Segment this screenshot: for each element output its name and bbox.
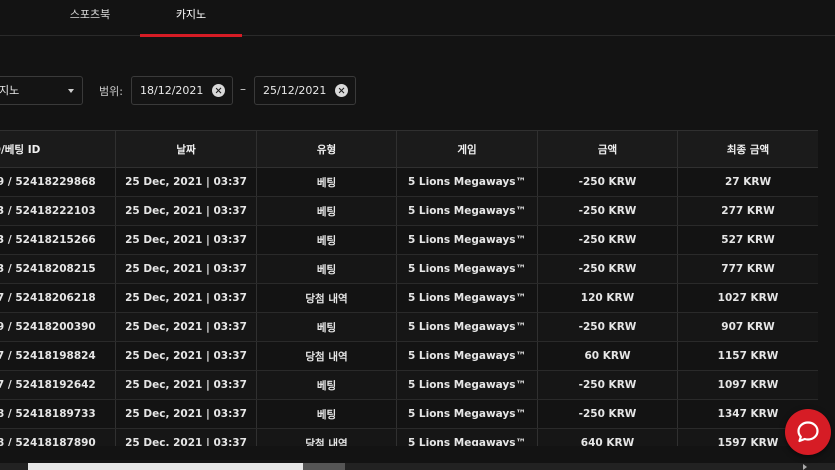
cell-round-bet-id: 0257 / 52418206218 <box>0 283 116 313</box>
cell-round-bet-id: 4703 / 52418222103 <box>0 196 116 226</box>
cell-type: 베팅 <box>256 370 397 400</box>
cell-date: 25 Dec, 2021 | 03:37 <box>115 283 257 313</box>
header-date: 날짜 <box>115 130 257 168</box>
cell-date: 25 Dec, 2021 | 03:37 <box>115 196 257 226</box>
table-row: 4193 / 5241821526625 Dec, 2021 | 03:37베팅… <box>0 225 818 255</box>
cell-amount: -250 KRW <box>537 225 678 255</box>
cell-round-bet-id: 4193 / 52418215266 <box>0 225 116 255</box>
cell-amount: -250 KRW <box>537 167 678 197</box>
date-from-value: 18/12/2021 <box>140 84 204 97</box>
cell-final-amount: 907 KRW <box>677 312 818 342</box>
cell-amount: -250 KRW <box>537 399 678 429</box>
cell-date: 25 Dec, 2021 | 03:37 <box>115 312 257 342</box>
date-range-separator: – <box>240 82 246 96</box>
cell-amount: 60 KRW <box>537 341 678 371</box>
chat-button[interactable] <box>785 409 831 455</box>
cell-amount: -250 KRW <box>537 312 678 342</box>
cell-game: 5 Lions Megaways™ <box>396 283 538 313</box>
table-row: 4703 / 5241822210325 Dec, 2021 | 03:37베팅… <box>0 196 818 226</box>
cell-type: 베팅 <box>256 196 397 226</box>
cell-game: 5 Lions Megaways™ <box>396 254 538 284</box>
cell-type: 당첨 내역 <box>256 283 397 313</box>
cell-game: 5 Lions Megaways™ <box>396 225 538 255</box>
header-type: 유형 <box>256 130 397 168</box>
cell-type: 당첨 내역 <box>256 341 397 371</box>
cell-game: 5 Lions Megaways™ <box>396 341 538 371</box>
cell-round-bet-id: 9607 / 52418192642 <box>0 370 116 400</box>
cell-date: 25 Dec, 2021 | 03:37 <box>115 225 257 255</box>
cell-date: 25 Dec, 2021 | 03:37 <box>115 167 257 197</box>
header-final-amount: 최종 금액 <box>677 130 818 168</box>
table-row: 1239 / 5241820039025 Dec, 2021 | 03:37베팅… <box>0 312 818 342</box>
cell-date: 25 Dec, 2021 | 03:37 <box>115 341 257 371</box>
table-body: 6629 / 5241822986825 Dec, 2021 | 03:37베팅… <box>0 167 818 446</box>
scrollbar-track-segment <box>303 463 345 470</box>
table-row: 8927 / 5241819882425 Dec, 2021 | 03:37당첨… <box>0 341 818 371</box>
scrollbar-thumb[interactable] <box>28 463 303 470</box>
cell-game: 5 Lions Megaways™ <box>396 167 538 197</box>
cell-amount: 640 KRW <box>537 428 678 446</box>
range-label: 범위: <box>99 85 123 98</box>
table-row: 5218 / 5241818973325 Dec, 2021 | 03:37베팅… <box>0 399 818 429</box>
header-round-bet-id: 조 ID/베팅 ID <box>0 130 116 168</box>
clear-date-from-icon[interactable] <box>212 84 225 97</box>
transactions-table: 조 ID/베팅 ID 날짜 유형 게임 금액 최종 금액 6629 / 5241… <box>0 130 818 446</box>
cell-round-bet-id: 5218 / 52418189733 <box>0 399 116 429</box>
cell-amount: -250 KRW <box>537 370 678 400</box>
cell-final-amount: 1027 KRW <box>677 283 818 313</box>
date-to-field[interactable]: 25/12/2021 <box>254 76 356 105</box>
cell-round-bet-id: 2388 / 52418187890 <box>0 428 116 446</box>
cell-type: 베팅 <box>256 312 397 342</box>
table-row: 2388 / 5241818789025 Dec, 2021 | 03:37당첨… <box>0 428 818 446</box>
cell-round-bet-id: 3373 / 52418208215 <box>0 254 116 284</box>
tab-sportsbook[interactable]: 스포츠북 <box>40 0 140 36</box>
table-row: 9607 / 5241819264225 Dec, 2021 | 03:37베팅… <box>0 370 818 400</box>
cell-final-amount: 27 KRW <box>677 167 818 197</box>
table-header-row: 조 ID/베팅 ID 날짜 유형 게임 금액 최종 금액 <box>0 130 818 168</box>
cell-amount: -250 KRW <box>537 196 678 226</box>
cell-type: 베팅 <box>256 167 397 197</box>
table-row: 6629 / 5241822986825 Dec, 2021 | 03:37베팅… <box>0 167 818 197</box>
cell-game: 5 Lions Megaways™ <box>396 370 538 400</box>
cell-final-amount: 277 KRW <box>677 196 818 226</box>
clear-date-to-icon[interactable] <box>335 84 348 97</box>
cell-type: 베팅 <box>256 225 397 255</box>
table-row: 3373 / 5241820821525 Dec, 2021 | 03:37베팅… <box>0 254 818 284</box>
date-to-value: 25/12/2021 <box>263 84 327 97</box>
horizontal-scrollbar[interactable] <box>0 463 835 470</box>
cell-type: 당첨 내역 <box>256 428 397 446</box>
tab-casino[interactable]: 카지노 <box>140 0 242 37</box>
cell-round-bet-id: 6629 / 52418229868 <box>0 167 116 197</box>
cell-type: 베팅 <box>256 254 397 284</box>
cell-date: 25 Dec, 2021 | 03:37 <box>115 254 257 284</box>
cell-final-amount: 527 KRW <box>677 225 818 255</box>
game-type-select-value: 지노 <box>0 84 20 97</box>
cell-game: 5 Lions Megaways™ <box>396 196 538 226</box>
cell-final-amount: 1157 KRW <box>677 341 818 371</box>
cell-date: 25 Dec, 2021 | 03:37 <box>115 399 257 429</box>
cell-date: 25 Dec, 2021 | 03:37 <box>115 428 257 446</box>
cell-final-amount: 777 KRW <box>677 254 818 284</box>
date-from-field[interactable]: 18/12/2021 <box>131 76 233 105</box>
chat-bubble-icon <box>797 421 819 443</box>
cell-amount: 120 KRW <box>537 283 678 313</box>
cell-type: 베팅 <box>256 399 397 429</box>
cell-game: 5 Lions Megaways™ <box>396 428 538 446</box>
chevron-down-icon <box>68 89 74 93</box>
transactions-table-container[interactable]: 조 ID/베팅 ID 날짜 유형 게임 금액 최종 금액 6629 / 5241… <box>0 130 818 446</box>
cell-round-bet-id: 1239 / 52418200390 <box>0 312 116 342</box>
cell-date: 25 Dec, 2021 | 03:37 <box>115 370 257 400</box>
tab-bar: 스포츠북 카지노 <box>0 0 835 37</box>
cell-amount: -250 KRW <box>537 254 678 284</box>
cell-game: 5 Lions Megaways™ <box>396 399 538 429</box>
table-row: 0257 / 5241820621825 Dec, 2021 | 03:37당첨… <box>0 283 818 313</box>
cell-game: 5 Lions Megaways™ <box>396 312 538 342</box>
header-amount: 금액 <box>537 130 678 168</box>
cell-final-amount: 1097 KRW <box>677 370 818 400</box>
header-game: 게임 <box>396 130 538 168</box>
scroll-right-icon[interactable] <box>803 464 807 470</box>
cell-round-bet-id: 8927 / 52418198824 <box>0 341 116 371</box>
game-type-select[interactable]: 지노 <box>0 76 83 105</box>
